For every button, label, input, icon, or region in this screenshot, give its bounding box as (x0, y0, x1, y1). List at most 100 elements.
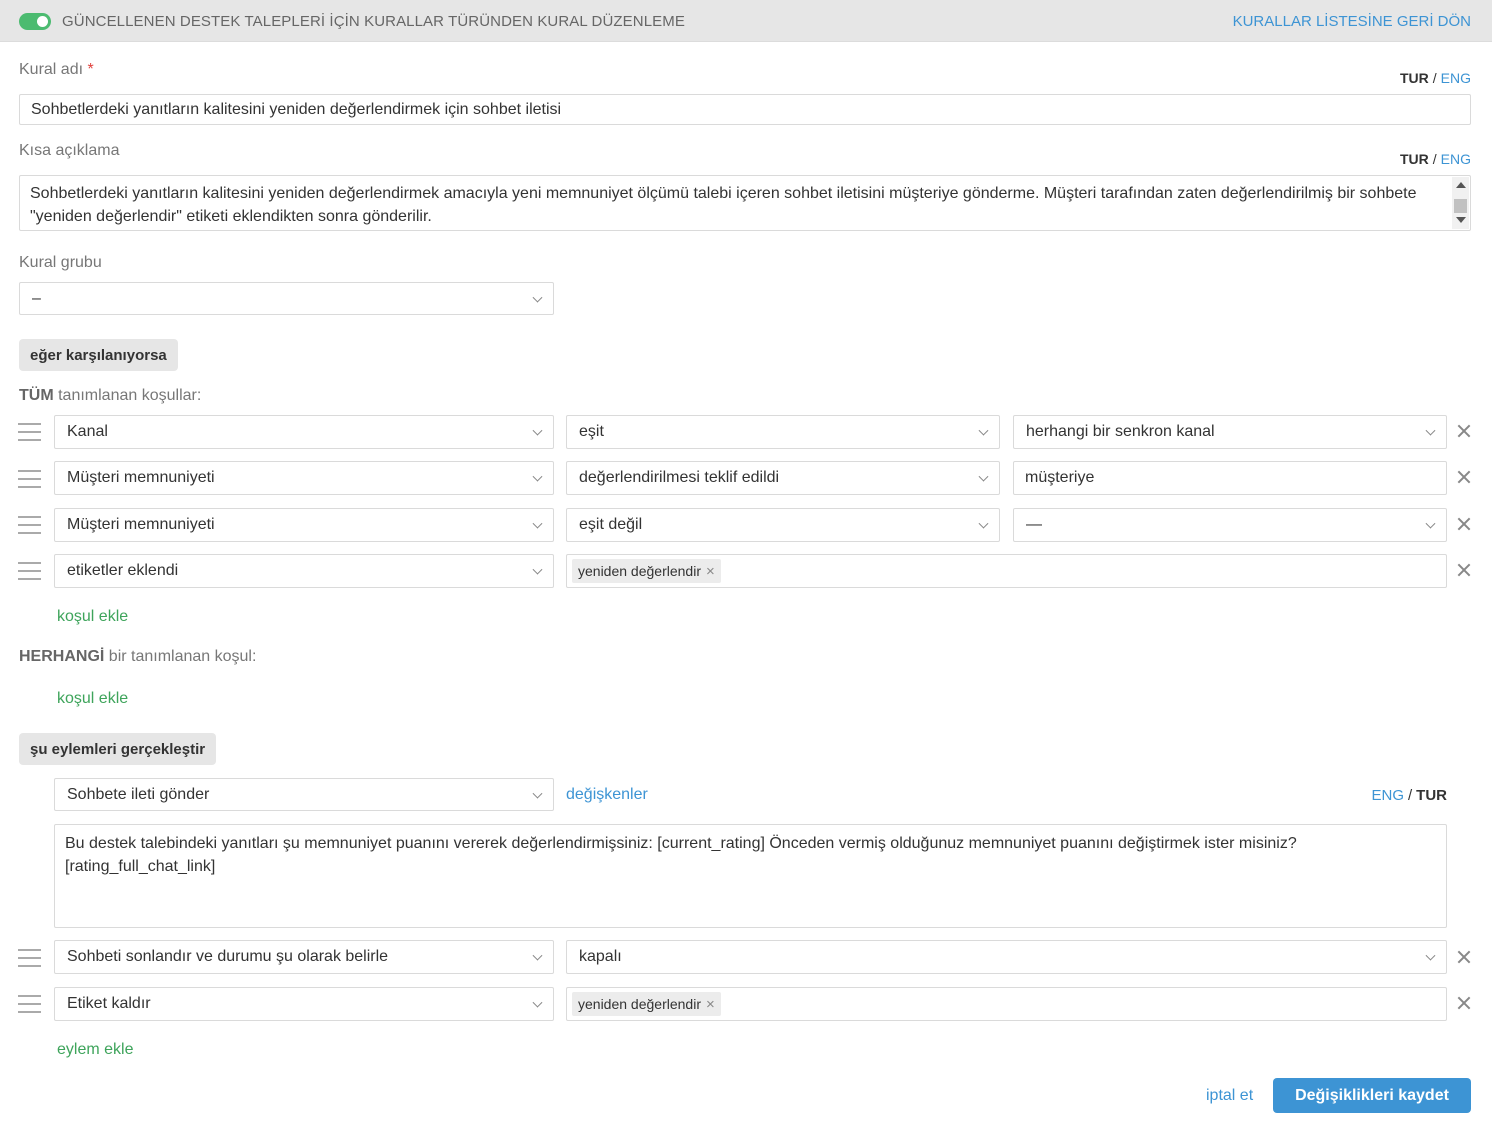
condition-value: — (1026, 516, 1042, 533)
lang-separator: / (1432, 70, 1437, 86)
condition-operator-select[interactable]: eşit değil (566, 508, 1000, 542)
rule-name-input[interactable]: Sohbetlerdeki yanıtların kalitesini yeni… (19, 94, 1471, 125)
add-action-link[interactable]: eylem ekle (57, 1041, 133, 1059)
condition-field-select[interactable]: Kanal (54, 415, 554, 449)
save-changes-button[interactable]: Değişiklikleri kaydet (1273, 1078, 1471, 1113)
drag-handle-icon[interactable] (18, 423, 41, 441)
rule-enabled-toggle[interactable] (19, 13, 51, 30)
lang-tur[interactable]: TUR (1400, 70, 1429, 86)
message-textarea[interactable]: Bu destek talebindeki yanıtları şu memnu… (54, 824, 1447, 928)
chevron-down-icon (532, 950, 543, 961)
condition-value-select[interactable]: — (1013, 508, 1447, 542)
chevron-down-icon (532, 518, 543, 529)
tag-label: yeniden değerlendir (578, 996, 701, 1012)
toggle-knob (37, 16, 48, 27)
drag-handle-icon[interactable] (18, 516, 41, 534)
remove-action-icon[interactable] (1457, 950, 1471, 964)
condition-field-select[interactable]: etiketler eklendi (54, 554, 554, 588)
condition-operator-select[interactable]: eşit (566, 415, 1000, 449)
lang-tur[interactable]: TUR (1416, 787, 1447, 804)
tag-chip: yeniden değerlendir × (572, 559, 721, 583)
description-scrollbar[interactable] (1452, 177, 1469, 229)
all-keyword: TÜM (19, 387, 54, 404)
condition-operator-value: değerlendirilmesi teklif edildi (579, 469, 780, 486)
condition-operator-value: eşit (579, 423, 604, 440)
lang-eng[interactable]: ENG (1441, 151, 1471, 167)
add-any-condition-link[interactable]: koşul ekle (57, 690, 128, 708)
action-value: kapalı (579, 948, 622, 965)
page-title: GÜNCELLENEN DESTEK TALEPLERİ İÇİN KURALL… (62, 13, 685, 30)
remove-condition-icon[interactable] (1457, 517, 1471, 531)
chevron-down-icon (1425, 518, 1436, 529)
cancel-link[interactable]: iptal et (1206, 1087, 1253, 1105)
required-mark: * (87, 61, 94, 78)
condition-operator-select[interactable]: değerlendirilmesi teklif edildi (566, 461, 1000, 495)
condition-field-value: Müşteri memnuniyeti (67, 516, 215, 533)
scroll-up-icon[interactable] (1456, 182, 1466, 188)
chevron-down-icon (532, 471, 543, 482)
chevron-down-icon (532, 788, 543, 799)
back-to-rules-link[interactable]: KURALLAR LİSTESİNE GERİ DÖN (1233, 13, 1471, 30)
condition-value-select[interactable]: herhangi bir senkron kanal (1013, 415, 1447, 449)
rule-name-label: Kural adı * (19, 61, 94, 79)
remove-condition-icon[interactable] (1457, 470, 1471, 484)
scroll-down-icon[interactable] (1456, 217, 1466, 223)
chevron-down-icon (1425, 425, 1436, 436)
drag-handle-icon[interactable] (18, 949, 41, 967)
drag-handle-icon[interactable] (18, 995, 41, 1013)
action-type-select[interactable]: Etiket kaldır (54, 987, 554, 1021)
chevron-down-icon (532, 997, 543, 1008)
remove-condition-icon[interactable] (1457, 563, 1471, 577)
action-tags-input[interactable]: yeniden değerlendir × (566, 987, 1447, 1021)
drag-handle-icon[interactable] (18, 470, 41, 488)
action-type-select[interactable]: Sohbeti sonlandır ve durumu şu olarak be… (54, 940, 554, 974)
page-header: GÜNCELLENEN DESTEK TALEPLERİ İÇİN KURALL… (0, 0, 1492, 42)
any-conditions-text: bir tanımlanan koşul: (108, 648, 257, 665)
lang-separator: / (1432, 151, 1437, 167)
add-all-condition-link[interactable]: koşul ekle (57, 608, 128, 626)
conditions-section-button[interactable]: eğer karşılanıyorsa (19, 339, 178, 371)
condition-operator-value: eşit değil (579, 516, 643, 533)
any-keyword: HERHANGİ (19, 648, 105, 665)
condition-field-value: Müşteri memnuniyeti (67, 469, 215, 486)
description-lang-switch: TUR / ENG (1400, 151, 1471, 167)
condition-field-value: Kanal (67, 423, 108, 440)
drag-handle-icon[interactable] (18, 562, 41, 580)
action-type-value: Etiket kaldır (67, 995, 151, 1012)
action-value-select[interactable]: kapalı (566, 940, 1447, 974)
scroll-thumb[interactable] (1454, 199, 1467, 213)
remove-condition-icon[interactable] (1457, 424, 1471, 438)
chevron-down-icon (532, 292, 543, 303)
lang-tur[interactable]: TUR (1400, 151, 1429, 167)
chevron-down-icon (978, 425, 989, 436)
chevron-down-icon (1425, 950, 1436, 961)
any-conditions-label: HERHANGİ bir tanımlanan koşul: (19, 648, 256, 666)
rule-name-lang-switch: TUR / ENG (1400, 70, 1471, 86)
description-textarea[interactable]: Sohbetlerdeki yanıtların kalitesini yeni… (19, 175, 1471, 231)
rule-group-select[interactable]: – (19, 282, 554, 315)
remove-action-icon[interactable] (1457, 996, 1471, 1010)
actions-section-button[interactable]: şu eylemleri gerçekleştir (19, 733, 217, 765)
condition-field-select[interactable]: Müşteri memnuniyeti (54, 461, 554, 495)
variables-link[interactable]: değişkenler (566, 786, 648, 804)
tag-label: yeniden değerlendir (578, 563, 701, 579)
condition-value-input[interactable]: müşteriye (1013, 461, 1447, 495)
description-label: Kısa açıklama (19, 142, 120, 159)
tag-chip: yeniden değerlendir × (572, 992, 721, 1016)
chevron-down-icon (978, 471, 989, 482)
condition-field-select[interactable]: Müşteri memnuniyeti (54, 508, 554, 542)
lang-eng[interactable]: ENG (1371, 787, 1404, 804)
action-type-value: Sohbete ileti gönder (67, 785, 210, 803)
rule-group-value: – (32, 289, 41, 307)
lang-separator: / (1408, 787, 1413, 804)
tag-remove-icon[interactable]: × (706, 996, 715, 1013)
condition-value: herhangi bir senkron kanal (1026, 423, 1215, 440)
all-conditions-label: TÜM tanımlanan koşullar: (19, 387, 201, 405)
chevron-down-icon (532, 425, 543, 436)
all-conditions-text: tanımlanan koşullar: (58, 387, 202, 404)
lang-eng[interactable]: ENG (1441, 70, 1471, 86)
condition-tags-input[interactable]: yeniden değerlendir × (566, 554, 1447, 588)
message-lang-switch: ENG / TUR (1371, 787, 1447, 804)
tag-remove-icon[interactable]: × (706, 563, 715, 580)
action-type-select[interactable]: Sohbete ileti gönder (54, 778, 554, 811)
